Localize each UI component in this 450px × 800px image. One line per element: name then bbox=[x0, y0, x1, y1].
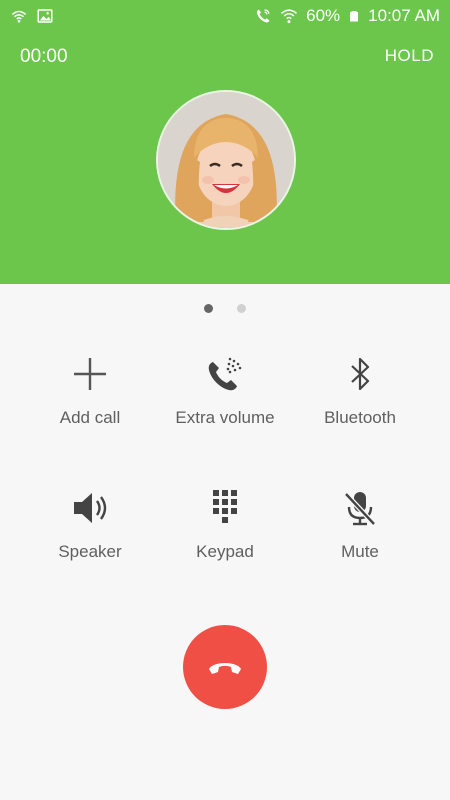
image-icon bbox=[37, 9, 53, 23]
status-bar: 60% 10:07 AM bbox=[0, 0, 450, 32]
call-timer: 00:00 bbox=[20, 46, 68, 67]
page-dot-2[interactable] bbox=[237, 304, 246, 313]
mic-off-icon bbox=[338, 486, 382, 530]
signal-icon bbox=[11, 10, 27, 23]
page-indicator bbox=[0, 304, 450, 313]
plus-icon bbox=[68, 352, 112, 396]
bluetooth-button[interactable]: Bluetooth bbox=[285, 352, 435, 452]
add-call-button[interactable]: Add call bbox=[15, 352, 165, 452]
speaker-icon bbox=[68, 486, 112, 530]
call-screen: 60% 10:07 AM 00:00 HOLD Add call Extra v… bbox=[0, 0, 450, 800]
hold-button[interactable]: HOLD bbox=[385, 46, 434, 66]
bluetooth-icon bbox=[338, 352, 382, 396]
caller-avatar bbox=[156, 90, 296, 230]
mute-button[interactable]: Mute bbox=[285, 486, 435, 586]
keypad-label: Keypad bbox=[196, 542, 254, 561]
speaker-button[interactable]: Speaker bbox=[15, 486, 165, 586]
clock: 10:07 AM bbox=[368, 6, 440, 25]
speaker-label: Speaker bbox=[58, 542, 122, 561]
bluetooth-label: Bluetooth bbox=[324, 408, 396, 427]
page-dot-1[interactable] bbox=[204, 304, 213, 313]
phone-volume-icon bbox=[203, 352, 247, 396]
keypad-icon bbox=[203, 486, 247, 530]
add-call-label: Add call bbox=[59, 408, 121, 427]
wifi-call-icon bbox=[257, 9, 270, 23]
call-header: 00:00 HOLD bbox=[0, 32, 450, 284]
extra-volume-label: Extra volume bbox=[175, 408, 275, 427]
extra-volume-button[interactable]: Extra volume bbox=[150, 352, 300, 452]
status-left-icons bbox=[10, 7, 54, 25]
status-right-icons: 60% 10:07 AM bbox=[254, 6, 440, 26]
battery-icon bbox=[350, 11, 359, 22]
caller-photo bbox=[158, 92, 294, 228]
battery-percent: 60% bbox=[306, 6, 341, 25]
end-call-button[interactable] bbox=[183, 625, 267, 709]
wifi-icon bbox=[281, 9, 298, 24]
phone-hangup-icon bbox=[209, 663, 241, 674]
mute-label: Mute bbox=[341, 542, 379, 561]
keypad-button[interactable]: Keypad bbox=[150, 486, 300, 586]
